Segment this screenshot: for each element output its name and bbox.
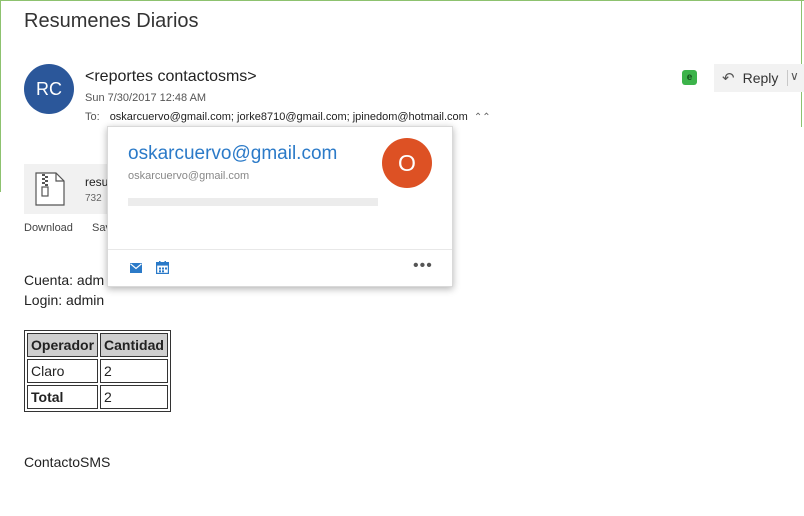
reply-options-chevron-icon[interactable]: ∨: [790, 69, 799, 83]
reply-arrow-icon: ↶: [722, 70, 735, 87]
login-line: Login: admin: [24, 292, 105, 308]
evernote-icon[interactable]: e: [682, 70, 697, 85]
table-row: Total 2: [27, 385, 168, 409]
table-cell: Claro: [27, 359, 99, 383]
reply-divider: [787, 70, 788, 86]
cuenta-line: Cuenta: adm: [24, 272, 105, 288]
table-cell: 2: [100, 359, 168, 383]
sender-avatar[interactable]: RC: [24, 64, 74, 114]
table-cell: 2: [100, 385, 168, 409]
contact-card-divider: [108, 249, 452, 250]
table-row: Claro 2: [27, 359, 168, 383]
signature-text: ContactoSMS: [24, 454, 111, 470]
email-date: Sun 7/30/2017 12:48 AM: [85, 92, 207, 104]
contact-card-popup: oskarcuervo@gmail.com oskarcuervo@gmail.…: [107, 126, 453, 287]
contact-card-avatar: O: [382, 138, 432, 188]
column-header: Cantidad: [100, 333, 168, 357]
download-attachment-link[interactable]: Download: [24, 222, 73, 234]
attachment-name: resu: [85, 175, 109, 189]
table-cell: Total: [27, 385, 99, 409]
attachment-tile[interactable]: resu 732: [24, 164, 110, 214]
window-border-top: [0, 0, 804, 1]
column-header: Operador: [27, 333, 99, 357]
contact-card-email[interactable]: oskarcuervo@gmail.com: [128, 143, 337, 165]
contact-card-placeholder-bar: [128, 198, 378, 206]
reply-button[interactable]: ↶ Reply ∨: [714, 64, 804, 92]
table-header-row: Operador Cantidad: [27, 333, 168, 357]
recipients-list[interactable]: oskarcuervo@gmail.com; jorke8710@gmail.c…: [110, 111, 468, 123]
collapse-recipients-icon[interactable]: ⌃⌃: [474, 112, 491, 123]
attachment-size: 732: [85, 193, 102, 204]
zip-file-icon: [35, 172, 65, 206]
calendar-icon[interactable]: [156, 261, 169, 274]
reply-label: Reply: [742, 70, 779, 86]
sender-name[interactable]: <reportes contactosms>: [85, 68, 257, 86]
summary-table: Operador Cantidad Claro 2 Total 2: [24, 330, 171, 412]
mail-icon[interactable]: [130, 263, 142, 273]
to-label: To:: [85, 111, 100, 123]
window-border-left: [0, 0, 1, 192]
avatar-initials: RC: [36, 78, 62, 99]
contact-avatar-initial: O: [398, 149, 416, 176]
more-options-icon[interactable]: •••: [413, 257, 433, 275]
recipients-line: To: oskarcuervo@gmail.com; jorke8710@gmai…: [85, 111, 491, 123]
email-subject: Resumenes Diarios: [24, 10, 199, 32]
contact-card-subtitle: oskarcuervo@gmail.com: [128, 170, 250, 182]
